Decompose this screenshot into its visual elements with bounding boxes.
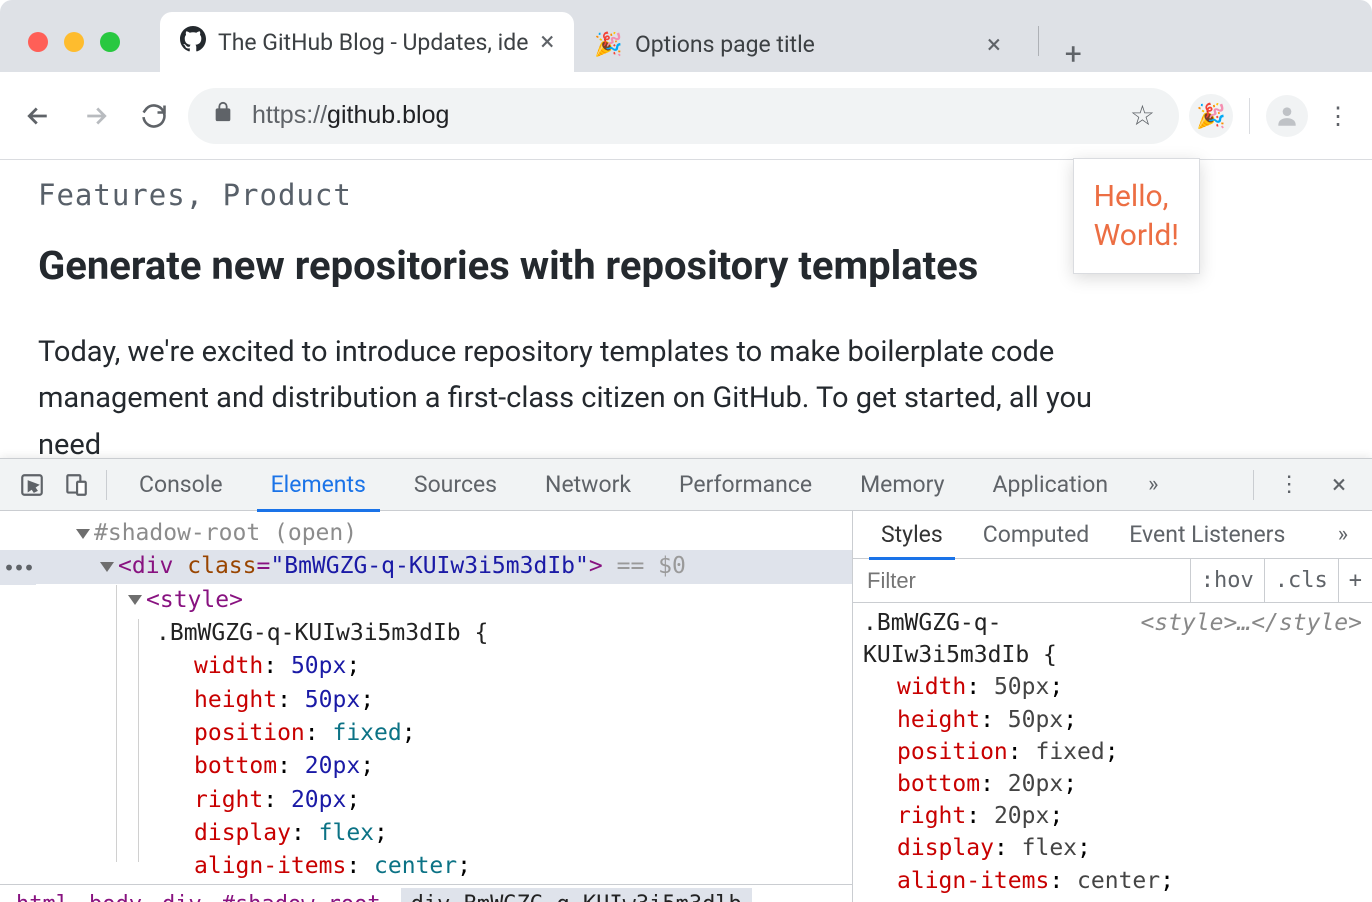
dom-selected-node[interactable]: <div class="BmWGZG-q-KUIw3i5m3dIb"> == $… [0, 550, 852, 583]
rule-source[interactable]: <style>…</style> [1140, 607, 1362, 639]
devtools-tab-performance[interactable]: Performance [655, 459, 836, 511]
maximize-window-button[interactable] [100, 32, 120, 52]
tab-options[interactable]: 🎉 Options page title × [574, 17, 1034, 72]
devtools-body: ••• #shadow-root (open) <div class="BmWG… [0, 511, 1372, 902]
toolbar: https://github.blog ☆ 🎉 ⋮ [0, 72, 1372, 160]
extension-popup: Hello, World! [1073, 158, 1200, 274]
tab-title: Options page title [635, 31, 975, 58]
popup-text-line: World! [1094, 216, 1179, 255]
devtools-tab-sources[interactable]: Sources [390, 459, 521, 511]
devtools-tab-console[interactable]: Console [115, 459, 247, 511]
breadcrumb-item[interactable]: html [16, 892, 69, 902]
close-tab-icon[interactable]: × [540, 29, 554, 55]
lock-icon [212, 101, 234, 130]
github-icon [180, 26, 206, 58]
breadcrumb-item[interactable]: body [89, 892, 142, 902]
style-rule[interactable]: display: flex; [863, 832, 1362, 864]
cls-toggle[interactable]: .cls [1264, 559, 1338, 602]
more-tabs-icon[interactable]: » [1322, 522, 1364, 547]
devtools-close-icon[interactable]: × [1316, 470, 1362, 500]
tab-title: The GitHub Blog - Updates, ide [218, 29, 528, 56]
close-tab-icon[interactable]: × [987, 32, 1001, 58]
window-controls [28, 32, 120, 52]
style-rule[interactable]: width: 50px; [863, 671, 1362, 703]
devtools-tab-network[interactable]: Network [521, 459, 655, 511]
style-rule[interactable]: bottom: 20px; [863, 768, 1362, 800]
dom-shadow-root[interactable]: #shadow-root (open) [0, 517, 852, 550]
dom-css-selector[interactable]: .BmWGZG-q-KUIw3i5m3dIb { [0, 617, 852, 650]
elements-dom-panel[interactable]: ••• #shadow-root (open) <div class="BmWG… [0, 511, 852, 902]
breadcrumb-item[interactable]: div [162, 892, 202, 902]
devtools-tabs: Console Elements Sources Network Perform… [0, 459, 1372, 511]
dom-css-rule[interactable]: width: 50px; [0, 650, 852, 683]
toolbar-separator [1249, 98, 1250, 134]
breadcrumb-item-active[interactable]: div.BmWGZG-q-KUIw3i5m3dlb [401, 888, 752, 902]
inspect-icon[interactable] [10, 472, 54, 498]
reload-button[interactable] [130, 92, 178, 140]
dom-css-rule[interactable]: height: 50px; [0, 684, 852, 717]
devtools-tab-elements[interactable]: Elements [247, 459, 390, 511]
url-text: https://github.blog [252, 101, 1112, 130]
style-rule[interactable]: right: 20px; [863, 800, 1362, 832]
devtools-tab-application[interactable]: Application [969, 459, 1133, 511]
dom-css-rule[interactable]: bottom: 20px; [0, 750, 852, 783]
address-bar[interactable]: https://github.blog ☆ [188, 88, 1179, 144]
styles-filter-input[interactable] [853, 568, 1190, 594]
forward-button[interactable] [72, 92, 120, 140]
devtools-panel: Console Elements Sources Network Perform… [0, 458, 1372, 902]
style-rule[interactable]: position: fixed; [863, 736, 1362, 768]
post-body: Today, we're excited to introduce reposi… [38, 329, 1138, 468]
dom-css-rule[interactable]: position: fixed; [0, 717, 852, 750]
device-toggle-icon[interactable] [54, 472, 98, 498]
new-rule-button[interactable]: + [1338, 559, 1372, 602]
styles-tab-computed[interactable]: Computed [963, 511, 1110, 559]
dom-css-rule[interactable]: display: flex; [0, 817, 852, 850]
extension-icon[interactable]: 🎉 [1189, 94, 1233, 138]
new-tab-button[interactable]: + [1053, 37, 1093, 72]
dom-style-node[interactable]: <style> [0, 584, 852, 617]
styles-tabs: Styles Computed Event Listeners » [853, 511, 1372, 559]
styles-panel: Styles Computed Event Listeners » :hov .… [852, 511, 1372, 902]
more-tabs-icon[interactable]: » [1132, 472, 1174, 497]
hov-toggle[interactable]: :hov [1190, 559, 1264, 602]
style-rule[interactable]: height: 50px; [863, 704, 1362, 736]
tab-github-blog[interactable]: The GitHub Blog - Updates, ide × [160, 12, 574, 72]
minimize-window-button[interactable] [64, 32, 84, 52]
style-rule[interactable]: align-items: center; [863, 865, 1362, 897]
kebab-menu-icon[interactable]: ⋮ [1318, 102, 1358, 130]
styles-rules[interactable]: <style>…</style> .BmWGZG-q-KUIw3i5m3dIb {… [853, 603, 1372, 902]
breadcrumb-bar: html body div #shadow-root div.BmWGZG-q-… [0, 884, 852, 902]
style-rule[interactable]: justify-content: center; [863, 897, 1362, 902]
profile-button[interactable] [1266, 95, 1308, 137]
devtools-tab-memory[interactable]: Memory [836, 459, 968, 511]
tab-strip: The GitHub Blog - Updates, ide × 🎉 Optio… [160, 10, 1362, 72]
styles-filter-row: :hov .cls + [853, 559, 1372, 603]
dom-css-rule[interactable]: align-items: center; [0, 850, 852, 883]
styles-tab-styles[interactable]: Styles [861, 511, 963, 559]
tab-separator [1038, 26, 1039, 56]
back-button[interactable] [14, 92, 62, 140]
browser-chrome: The GitHub Blog - Updates, ide × 🎉 Optio… [0, 0, 1372, 160]
party-icon: 🎉 [594, 31, 623, 58]
dom-css-rule[interactable]: right: 20px; [0, 784, 852, 817]
close-window-button[interactable] [28, 32, 48, 52]
bookmark-icon[interactable]: ☆ [1130, 99, 1155, 132]
separator [1253, 470, 1254, 500]
popup-text-line: Hello, [1094, 177, 1179, 216]
devtools-kebab-icon[interactable]: ⋮ [1262, 472, 1316, 497]
rule-selector: .BmWGZG-q-KUIw3i5m3dIb { [863, 610, 1057, 668]
overflow-indicator[interactable]: ••• [0, 551, 36, 585]
separator [106, 470, 107, 500]
styles-tab-event-listeners[interactable]: Event Listeners [1109, 511, 1305, 559]
breadcrumb-item[interactable]: #shadow-root [222, 892, 381, 902]
